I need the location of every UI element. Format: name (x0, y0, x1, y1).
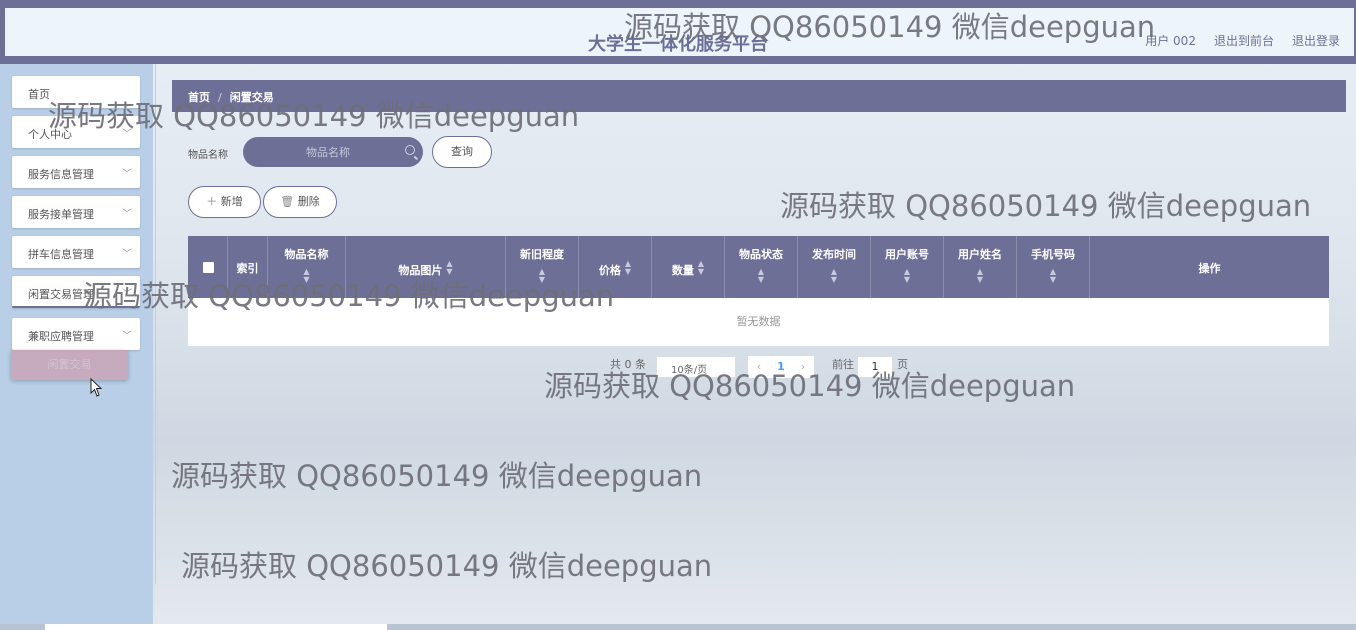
watermark: 源码获取 QQ86050149 微信deepguan (48, 99, 580, 133)
search-button[interactable]: 查询 (432, 136, 492, 168)
add-button-label: 新增 (220, 195, 243, 208)
sort-icon[interactable]: ▲ ▼ (698, 260, 704, 276)
watermark: 源码获取 QQ86050149 微信deepguan (780, 189, 1312, 223)
sidebar-item-label: 拼车信息管理 (28, 248, 94, 261)
column-header[interactable]: 物品状态 ▲ ▼ (725, 236, 798, 298)
sidebar-item-service-orders[interactable]: 服务接单管理 ﹀ (12, 196, 140, 228)
top-links: 用户 002 退出到前台 退出登录 (1145, 32, 1340, 49)
watermark: 源码获取 QQ86050149 微信deepguan (624, 10, 1156, 44)
sidebar-item-part-time[interactable]: 兼职应聘管理 ﹀ (12, 318, 140, 350)
chevron-down-icon: ﹀ (122, 169, 132, 180)
chevron-down-icon: ﹀ (122, 249, 132, 260)
column-header[interactable]: 发布时间 ▲ ▼ (798, 236, 871, 298)
watermark: 源码获取 QQ86050149 微信deepguan (181, 549, 713, 583)
chevron-down-icon: ﹀ (122, 331, 132, 342)
bottom-strip (0, 624, 1356, 630)
chevron-down-icon: ﹀ (122, 209, 132, 220)
column-header[interactable]: 手机号码 ▲ ▼ (1017, 236, 1090, 298)
sort-icon[interactable]: ▲ ▼ (725, 268, 797, 284)
divider (155, 64, 156, 584)
watermark: 源码获取 QQ86050149 微信deepguan (83, 279, 615, 313)
sidebar-item-label: 服务接单管理 (28, 208, 94, 221)
select-all-checkbox[interactable] (203, 262, 214, 273)
sort-icon[interactable]: ▲ ▼ (871, 268, 943, 284)
column-header[interactable]: 数量▲ ▼ (652, 236, 725, 298)
column-header: 操作 (1198, 262, 1221, 275)
dragging-menu-ghost: 闲置交易 (11, 350, 128, 380)
delete-button-label: 删除 (297, 195, 320, 208)
bottom-strip-segment (45, 624, 387, 630)
sort-icon[interactable]: ▲ ▼ (798, 268, 870, 284)
column-header[interactable]: 用户账号 ▲ ▼ (871, 236, 944, 298)
back-to-frontend-link[interactable]: 退出到前台 (1214, 32, 1274, 49)
sidebar-item-label: 服务信息管理 (28, 168, 94, 181)
sidebar-item-carpool[interactable]: 拼车信息管理 ﹀ (12, 236, 140, 268)
add-button[interactable]: ＋ 新增 (188, 186, 261, 218)
sidebar: 首页 个人中心 ﹀ 服务信息管理 ﹀ 服务接单管理 ﹀ 拼车信息管理 ﹀ 闲置交… (0, 64, 153, 630)
search-icon (405, 145, 415, 155)
logout-link[interactable]: 退出登录 (1292, 32, 1340, 49)
plus-icon: ＋ (206, 195, 218, 208)
delete-button[interactable]: 🗑 删除 (263, 186, 337, 218)
sidebar-item-service-info[interactable]: 服务信息管理 ﹀ (12, 156, 140, 188)
search-input[interactable] (253, 142, 403, 162)
sort-icon[interactable]: ▲ ▼ (1017, 268, 1089, 284)
sidebar-item-label: 兼职应聘管理 (28, 330, 94, 343)
mouse-cursor-icon (90, 378, 103, 397)
sort-icon[interactable]: ▲ ▼ (944, 268, 1016, 284)
search-label: 物品名称 (188, 150, 228, 161)
watermark: 源码获取 QQ86050149 微信deepguan (171, 459, 703, 493)
sidebar-item-label: 首页 (28, 88, 50, 101)
watermark: 源码获取 QQ86050149 微信deepguan (544, 369, 1076, 403)
column-header[interactable]: 用户姓名 ▲ ▼ (944, 236, 1017, 298)
search-box (243, 137, 423, 167)
sort-icon[interactable]: ▲ ▼ (625, 260, 631, 276)
trash-icon: 🗑 (280, 195, 295, 208)
